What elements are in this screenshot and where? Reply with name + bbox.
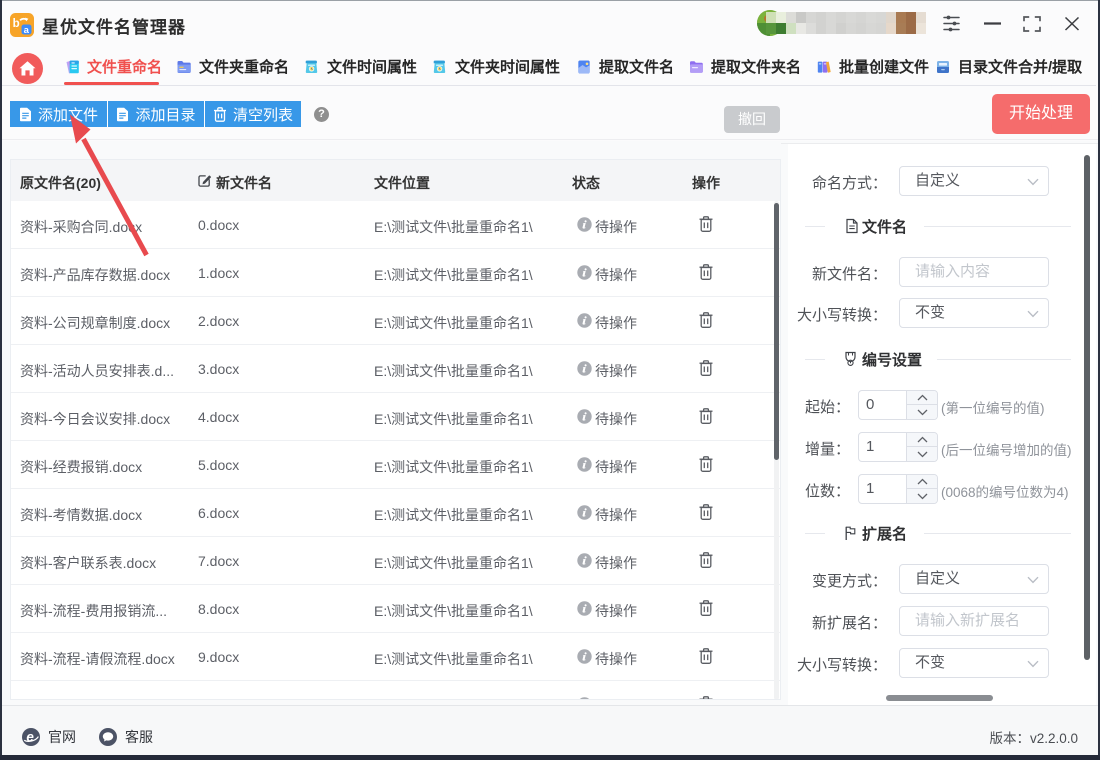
svg-text:e: e — [26, 730, 34, 745]
svg-text:a: a — [24, 25, 30, 36]
svg-text:b: b — [13, 18, 20, 30]
